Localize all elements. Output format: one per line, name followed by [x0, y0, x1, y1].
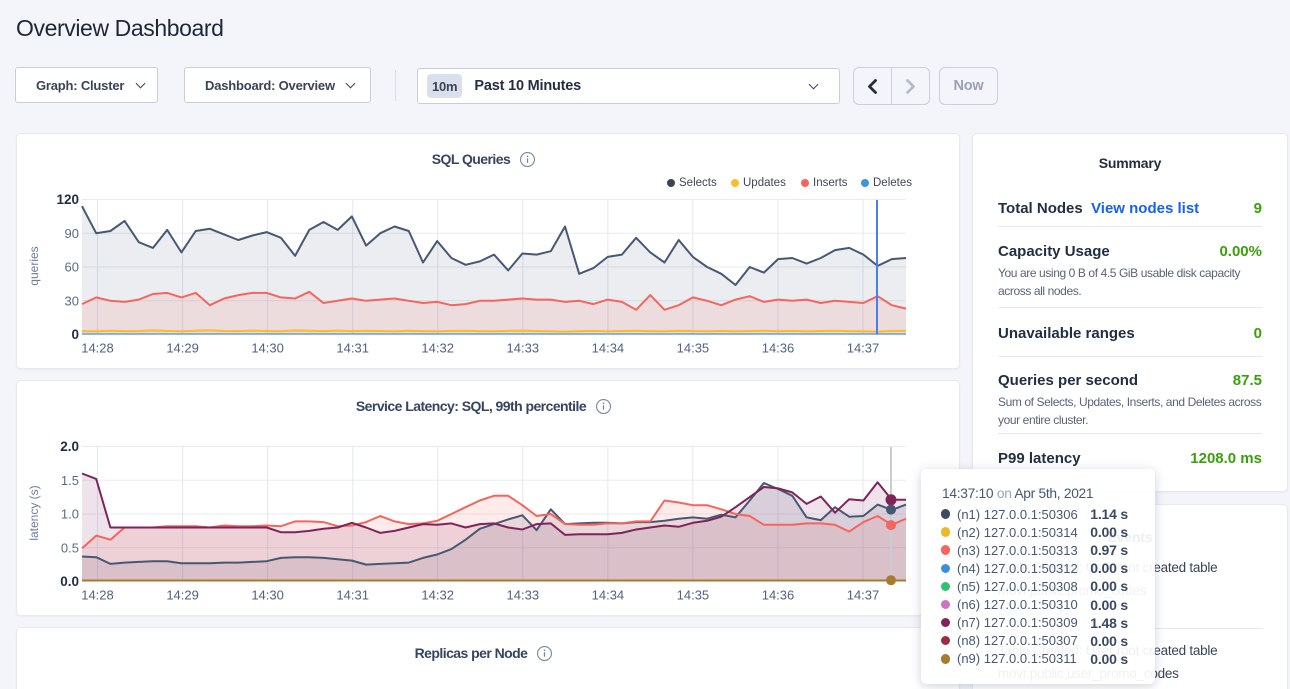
svg-text:14:34: 14:34	[592, 341, 625, 356]
svg-text:2.0: 2.0	[60, 439, 79, 454]
svg-text:14:33: 14:33	[507, 341, 540, 356]
svg-text:14:35: 14:35	[677, 588, 710, 603]
svg-text:1.5: 1.5	[61, 473, 79, 488]
svg-text:14:35: 14:35	[677, 341, 710, 356]
svg-text:14:30: 14:30	[251, 588, 284, 603]
svg-text:14:37: 14:37	[847, 341, 880, 356]
svg-text:30: 30	[65, 293, 79, 308]
svg-text:60: 60	[65, 260, 79, 275]
svg-text:0.5: 0.5	[61, 540, 79, 555]
svg-text:14:32: 14:32	[421, 588, 454, 603]
svg-text:latency (s): latency (s)	[27, 485, 41, 540]
svg-text:14:33: 14:33	[507, 588, 540, 603]
svg-text:90: 90	[65, 226, 79, 241]
svg-text:14:37: 14:37	[847, 588, 880, 603]
svg-text:14:36: 14:36	[762, 588, 795, 603]
svg-text:queries: queries	[27, 246, 41, 285]
svg-text:14:29: 14:29	[166, 588, 199, 603]
svg-text:14:36: 14:36	[762, 341, 795, 356]
svg-text:14:28: 14:28	[81, 588, 114, 603]
svg-text:1.0: 1.0	[61, 507, 79, 522]
svg-text:120: 120	[56, 192, 79, 207]
svg-text:0: 0	[71, 327, 79, 342]
svg-text:0.0: 0.0	[60, 574, 79, 589]
svg-text:14:31: 14:31	[336, 588, 369, 603]
svg-text:14:30: 14:30	[251, 341, 284, 356]
svg-text:14:34: 14:34	[592, 588, 625, 603]
svg-text:14:31: 14:31	[336, 341, 369, 356]
svg-text:14:32: 14:32	[421, 341, 454, 356]
svg-text:14:29: 14:29	[166, 341, 199, 356]
svg-text:14:28: 14:28	[81, 341, 114, 356]
